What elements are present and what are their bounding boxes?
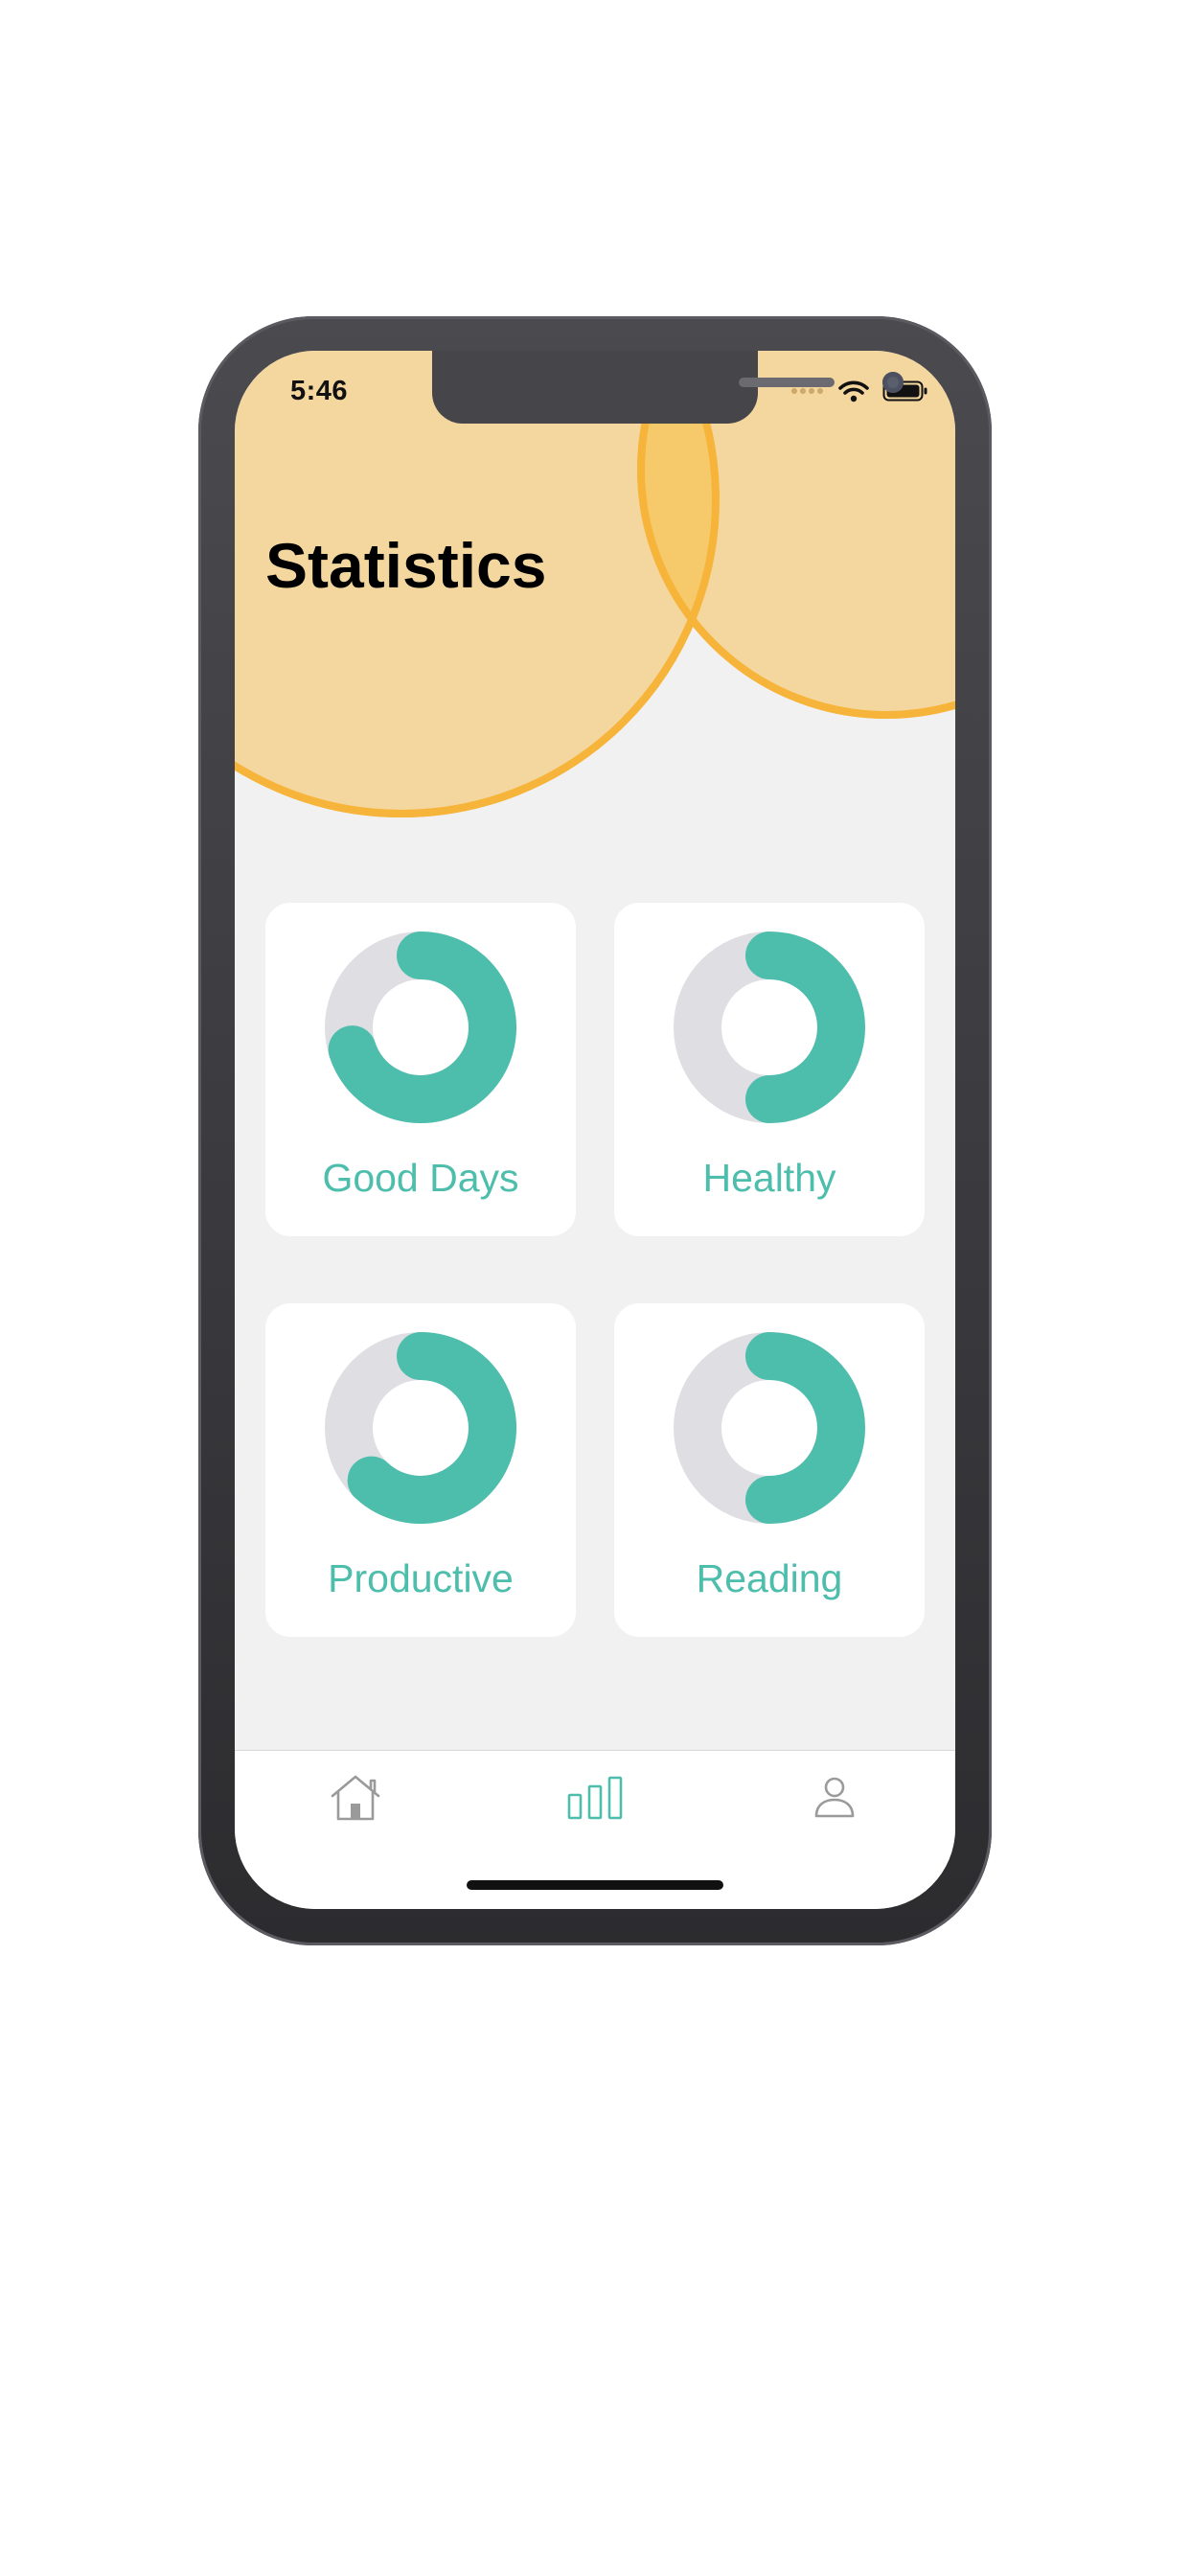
- stat-card-healthy[interactable]: Healthy: [614, 903, 925, 1236]
- bar-chart-icon: [567, 1776, 623, 1820]
- stat-card-productive[interactable]: Productive: [265, 1303, 576, 1637]
- stage: 5:46 Statistics Good Days Healthy Produc…: [0, 0, 1190, 2576]
- stat-card-reading[interactable]: Reading: [614, 1303, 925, 1637]
- wifi-icon: [838, 380, 869, 402]
- card-label: Healthy: [702, 1156, 836, 1200]
- donut-chart: [325, 1332, 516, 1524]
- notch: [432, 351, 904, 424]
- signal-icon: [791, 388, 823, 394]
- home-icon: [331, 1775, 380, 1821]
- camera: [882, 372, 904, 393]
- donut-progress: [745, 1332, 865, 1524]
- donut-chart: [674, 932, 865, 1123]
- stat-card-good-days[interactable]: Good Days: [265, 903, 576, 1236]
- page-title: Statistics: [265, 530, 547, 601]
- card-label: Good Days: [322, 1156, 519, 1200]
- card-label: Productive: [328, 1556, 514, 1600]
- speaker: [739, 378, 835, 387]
- app-screen: 5:46 Statistics Good Days Healthy Produc…: [235, 351, 955, 1909]
- home-indicator: [467, 1880, 723, 1890]
- donut-chart: [325, 932, 516, 1123]
- donut-progress: [745, 932, 865, 1123]
- card-label: Reading: [696, 1556, 843, 1600]
- profile-icon: [814, 1777, 855, 1818]
- phone-frame: 5:46 Statistics Good Days Healthy Produc…: [198, 316, 992, 1945]
- tab-profile[interactable]: [796, 1764, 873, 1831]
- tab-statistics[interactable]: [557, 1764, 633, 1831]
- status-time: 5:46: [290, 376, 349, 406]
- donut-chart: [674, 1332, 865, 1524]
- tab-home[interactable]: [317, 1764, 394, 1831]
